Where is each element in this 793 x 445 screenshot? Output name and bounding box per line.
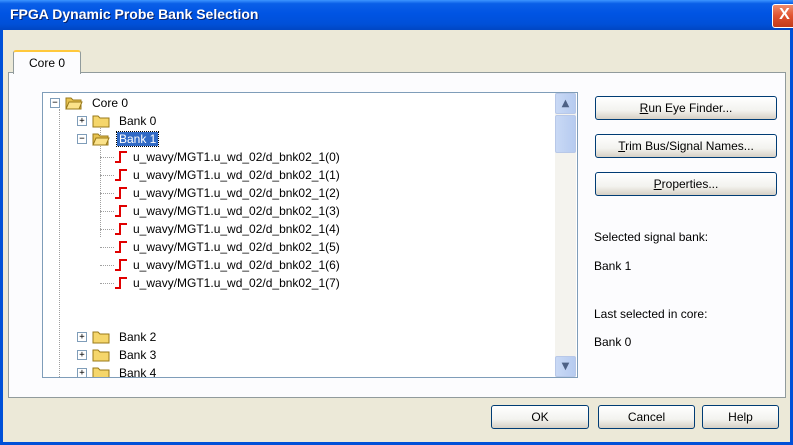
signal-row[interactable]: u_wavy/MGT1.u_wd_02/d_bnk02_1(4) <box>100 220 520 238</box>
tree-node-bank[interactable]: + Bank 3 <box>77 346 237 364</box>
signal-icon <box>115 187 127 199</box>
tab-core-0[interactable]: Core 0 <box>13 50 81 74</box>
signal-label: u_wavy/MGT1.u_wd_02/d_bnk02_1(2) <box>133 186 340 200</box>
signal-icon <box>115 277 127 289</box>
tree-connector <box>100 283 114 284</box>
help-button[interactable]: Help <box>702 405 779 429</box>
signal-row[interactable]: u_wavy/MGT1.u_wd_02/d_bnk02_1(1) <box>100 166 520 184</box>
scroll-down-button[interactable]: ▼ <box>555 356 576 377</box>
tree-connector <box>100 247 114 248</box>
open-folder-icon <box>65 97 83 110</box>
button-label: un Eye Finder... <box>648 101 733 115</box>
collapse-icon[interactable]: − <box>50 98 60 108</box>
cancel-button[interactable]: Cancel <box>598 405 695 429</box>
signal-label: u_wavy/MGT1.u_wd_02/d_bnk02_1(0) <box>133 150 340 164</box>
scroll-thumb[interactable] <box>555 115 576 153</box>
signal-label: u_wavy/MGT1.u_wd_02/d_bnk02_1(7) <box>133 276 340 290</box>
signal-icon <box>115 223 127 235</box>
signal-icon <box>115 205 127 217</box>
tree-node-bank[interactable]: + Bank 4 <box>77 364 237 377</box>
folder-icon <box>92 115 110 128</box>
tree-node-root[interactable]: − Core 0 <box>50 94 210 112</box>
signal-label: u_wavy/MGT1.u_wd_02/d_bnk02_1(3) <box>133 204 340 218</box>
signal-icon <box>115 259 127 271</box>
folder-icon <box>92 367 110 377</box>
signal-label: u_wavy/MGT1.u_wd_02/d_bnk02_1(6) <box>133 258 340 272</box>
dialog-window: FPGA Dynamic Probe Bank Selection X Core… <box>0 0 793 445</box>
tree-node-label: Bank 1 <box>115 131 160 147</box>
tab-label: Core 0 <box>28 56 66 70</box>
signal-row[interactable]: u_wavy/MGT1.u_wd_02/d_bnk02_1(0) <box>100 148 520 166</box>
last-selected-value: Bank 0 <box>594 335 632 349</box>
tree-node-bank[interactable]: + Bank 2 <box>77 328 237 346</box>
signal-label: u_wavy/MGT1.u_wd_02/d_bnk02_1(5) <box>133 240 340 254</box>
bank-tree[interactable]: − Core 0 + Bank 0 − Bank 1 u_wavy/MGT1.u… <box>42 92 578 378</box>
button-label: rim Bus/Signal Names... <box>625 139 754 153</box>
ok-button[interactable]: OK <box>491 405 589 429</box>
tree-connector <box>100 265 114 266</box>
folder-icon <box>92 331 110 344</box>
tree-node-label: Bank 4 <box>119 366 157 377</box>
scroll-up-button[interactable]: ▲ <box>555 93 576 114</box>
vertical-scrollbar[interactable]: ▲ ▼ <box>555 93 576 377</box>
expand-icon[interactable]: + <box>77 350 87 360</box>
expand-icon[interactable]: + <box>77 332 87 342</box>
folder-icon <box>92 349 110 362</box>
expand-icon[interactable]: + <box>77 116 87 126</box>
tree-node-bank[interactable]: + Bank 0 <box>77 112 237 130</box>
tree-node-label: Bank 0 <box>119 114 157 128</box>
signal-label: u_wavy/MGT1.u_wd_02/d_bnk02_1(1) <box>133 168 340 182</box>
tree-node-label: Bank 3 <box>119 348 157 362</box>
expand-icon[interactable]: + <box>77 368 87 377</box>
signal-row[interactable]: u_wavy/MGT1.u_wd_02/d_bnk02_1(3) <box>100 202 520 220</box>
selected-bank-label: Selected signal bank: <box>594 230 709 244</box>
trim-names-button[interactable]: Trim Bus/Signal Names... <box>595 134 777 158</box>
tree-connector <box>100 157 114 158</box>
last-selected-label: Last selected in core: <box>594 307 708 321</box>
tree-connector <box>100 193 114 194</box>
title-bar[interactable]: FPGA Dynamic Probe Bank Selection X <box>0 0 793 30</box>
run-eye-finder-button[interactable]: Run Eye Finder... <box>595 96 777 120</box>
mnemonic: R <box>639 101 649 115</box>
mnemonic: P <box>653 177 662 191</box>
signal-label: u_wavy/MGT1.u_wd_02/d_bnk02_1(4) <box>133 222 340 236</box>
signal-icon <box>115 169 127 181</box>
signal-row[interactable]: u_wavy/MGT1.u_wd_02/d_bnk02_1(6) <box>100 256 520 274</box>
tree-node-bank-selected[interactable]: − Bank 1 <box>77 130 237 148</box>
tree-node-label: Bank 2 <box>119 330 157 344</box>
signal-row[interactable]: u_wavy/MGT1.u_wd_02/d_bnk02_1(2) <box>100 184 520 202</box>
close-button[interactable]: X <box>772 4 793 28</box>
tree-connector <box>100 175 114 176</box>
signal-icon <box>115 241 127 253</box>
selected-bank-value: Bank 1 <box>594 259 632 273</box>
tree-connector <box>59 109 60 377</box>
tree-connector <box>100 211 114 212</box>
tree-content: − Core 0 + Bank 0 − Bank 1 u_wavy/MGT1.u… <box>43 93 555 377</box>
properties-button[interactable]: Properties... <box>595 172 777 196</box>
signal-icon <box>115 151 127 163</box>
signal-row[interactable]: u_wavy/MGT1.u_wd_02/d_bnk02_1(7) <box>100 274 520 292</box>
tree-connector <box>100 229 114 230</box>
tree-node-label: Core 0 <box>92 96 129 110</box>
collapse-icon[interactable]: − <box>77 134 87 144</box>
signal-row[interactable]: u_wavy/MGT1.u_wd_02/d_bnk02_1(5) <box>100 238 520 256</box>
open-folder-icon <box>92 133 110 146</box>
window-title: FPGA Dynamic Probe Bank Selection <box>10 6 259 22</box>
window-frame-left <box>0 30 3 445</box>
button-label: roperties... <box>661 177 719 191</box>
